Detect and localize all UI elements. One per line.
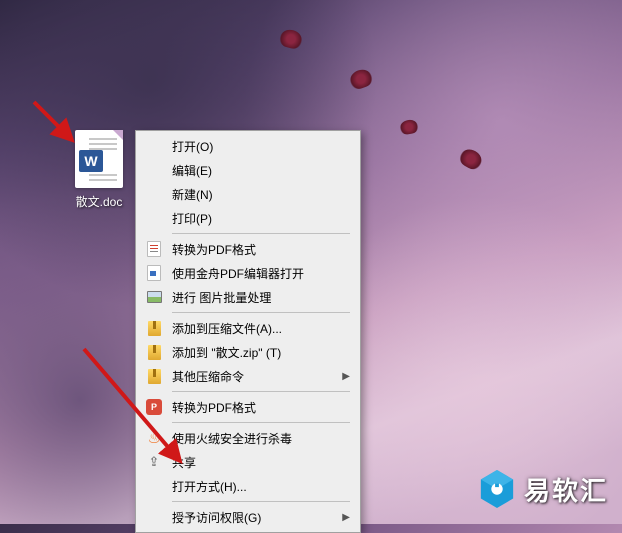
menu-item-open[interactable]: 打开(O): [138, 134, 358, 158]
menu-separator: [172, 233, 350, 234]
menu-separator: [172, 501, 350, 502]
pdf-editor-icon: [144, 264, 164, 282]
archive-icon: [144, 367, 164, 385]
pdf-convert-icon: [144, 240, 164, 258]
blank-icon: [144, 477, 164, 495]
archive-icon: [144, 319, 164, 337]
watermark: 易软汇: [478, 468, 608, 510]
archive-icon: [144, 343, 164, 361]
blank-icon: [144, 137, 164, 155]
wallpaper-decoration: [278, 27, 304, 50]
image-batch-icon: [144, 288, 164, 306]
watermark-text: 易软汇: [524, 471, 608, 508]
menu-item-open-jzpdf[interactable]: 使用金舟PDF编辑器打开: [138, 261, 358, 285]
menu-label: 打印(P): [172, 210, 338, 227]
word-file-icon: W: [75, 130, 123, 188]
menu-separator: [172, 422, 350, 423]
menu-item-grant-access[interactable]: 授予访问权限(G) ▶: [138, 505, 358, 529]
wallpaper-decoration: [399, 119, 419, 136]
menu-item-huorong-scan[interactable]: ♨ 使用火绒安全进行杀毒: [138, 426, 358, 450]
antivirus-fire-icon: ♨: [144, 429, 164, 447]
menu-label: 打开(O): [172, 138, 338, 155]
menu-item-add-zip[interactable]: 添加到 "散文.zip" (T): [138, 340, 358, 364]
menu-item-other-compress[interactable]: 其他压缩命令 ▶: [138, 364, 358, 388]
word-badge-icon: W: [79, 150, 103, 172]
blank-icon: [144, 185, 164, 203]
watermark-logo-icon: [478, 468, 516, 510]
menu-label: 共享: [172, 454, 338, 471]
menu-label: 添加到压缩文件(A)...: [172, 320, 338, 337]
menu-label: 使用火绒安全进行杀毒: [172, 430, 338, 447]
menu-label: 添加到 "散文.zip" (T): [172, 344, 338, 361]
menu-item-wps-pdf[interactable]: P 转换为PDF格式: [138, 395, 358, 419]
menu-separator: [172, 312, 350, 313]
blank-icon: [144, 209, 164, 227]
menu-item-batch-image[interactable]: 进行 图片批量处理: [138, 285, 358, 309]
menu-separator: [172, 391, 350, 392]
menu-label: 进行 图片批量处理: [172, 289, 338, 306]
menu-label: 转换为PDF格式: [172, 241, 338, 258]
context-menu: 打开(O) 编辑(E) 新建(N) 打印(P) 转换为PDF格式 使用金舟PDF…: [135, 130, 361, 533]
share-icon: ⇪: [144, 453, 164, 471]
file-label: 散文.doc: [60, 192, 138, 211]
menu-label: 授予访问权限(G): [172, 509, 338, 526]
menu-item-convert-pdf[interactable]: 转换为PDF格式: [138, 237, 358, 261]
menu-item-share[interactable]: ⇪ 共享: [138, 450, 358, 474]
menu-label: 编辑(E): [172, 162, 338, 179]
menu-item-new[interactable]: 新建(N): [138, 182, 358, 206]
menu-label: 其他压缩命令: [172, 368, 338, 385]
menu-label: 新建(N): [172, 186, 338, 203]
menu-item-add-archive[interactable]: 添加到压缩文件(A)...: [138, 316, 358, 340]
wallpaper-decoration: [457, 146, 485, 173]
blank-icon: [144, 161, 164, 179]
menu-item-edit[interactable]: 编辑(E): [138, 158, 358, 182]
wps-pdf-icon: P: [144, 398, 164, 416]
menu-item-print[interactable]: 打印(P): [138, 206, 358, 230]
wallpaper-decoration: [348, 67, 375, 91]
file-icon-lines: [89, 138, 117, 140]
menu-label: 转换为PDF格式: [172, 399, 338, 416]
menu-label: 使用金舟PDF编辑器打开: [172, 265, 338, 282]
menu-item-open-with[interactable]: 打开方式(H)...: [138, 474, 358, 498]
submenu-arrow-icon: ▶: [342, 512, 350, 523]
desktop-file-icon[interactable]: W 散文.doc: [60, 130, 138, 211]
submenu-arrow-icon: ▶: [342, 371, 350, 382]
menu-label: 打开方式(H)...: [172, 478, 338, 495]
blank-icon: [144, 508, 164, 526]
